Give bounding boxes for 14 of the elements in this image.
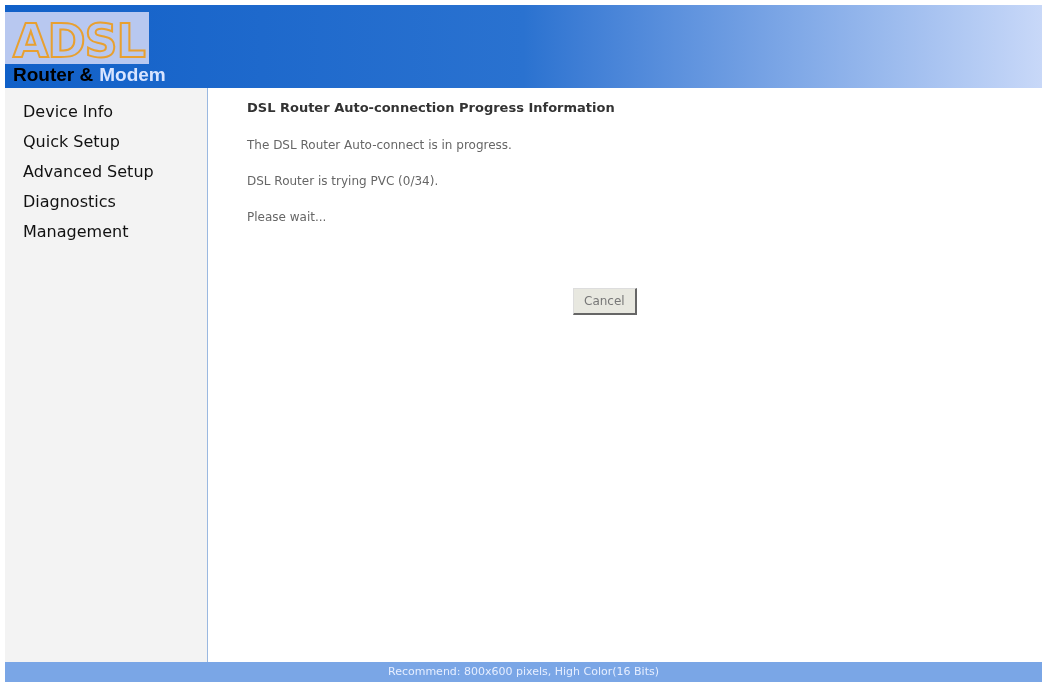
status-message: DSL Router is trying PVC (0/34).	[247, 172, 439, 190]
logo-mark: ADSL	[5, 12, 149, 64]
logo-title: Modem	[99, 64, 166, 86]
sidebar-link[interactable]: Management	[23, 222, 129, 242]
status-message: The DSL Router Auto-connect is in progress.	[247, 136, 512, 154]
logo-title: Router &	[13, 64, 94, 86]
sidebar-link[interactable]: Device Info	[23, 102, 114, 122]
sidebar-link[interactable]: Quick Setup	[23, 132, 120, 152]
status-bar: Recommend: 800x600 pixels, High Color(16 Bits)	[5, 662, 1042, 682]
cancel-button[interactable]: Cancel	[573, 287, 637, 315]
sidebar-link[interactable]: Advanced Setup	[23, 162, 154, 182]
sidebar-link[interactable]: Diagnostics	[23, 192, 116, 212]
status-message: Please wait...	[247, 208, 327, 226]
page-heading: DSL Router Auto-connection Progress Information	[247, 99, 615, 117]
